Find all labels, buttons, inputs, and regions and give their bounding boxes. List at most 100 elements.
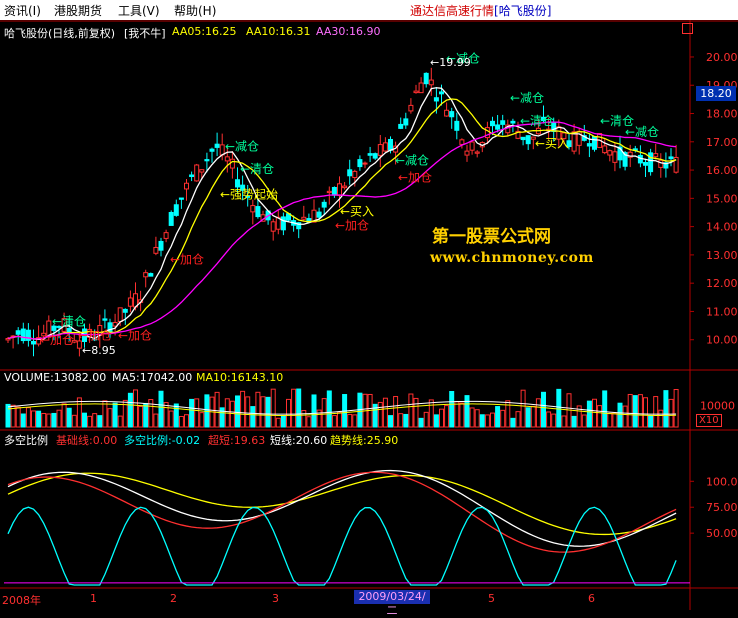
candle-body: [464, 150, 470, 156]
candle-body: [408, 104, 414, 112]
volume-bar: [515, 411, 521, 428]
volume-bar: [469, 407, 475, 428]
candle-body: [127, 297, 133, 307]
signal-annotation: ←加仓: [398, 170, 432, 184]
volume-bar: [66, 407, 72, 428]
menu-item-tools[interactable]: 工具(V): [118, 2, 160, 19]
volume-bar: [388, 415, 393, 428]
menu-item-news[interactable]: 资讯(I): [4, 2, 41, 19]
volume-bar: [301, 410, 307, 428]
volume-bar: [189, 398, 195, 428]
candle-body: [250, 205, 256, 213]
volume-bar: [184, 414, 189, 428]
volume-bar: [479, 414, 485, 428]
volume-bar: [326, 390, 332, 428]
volume-bar: [403, 413, 409, 428]
candle-body: [209, 148, 215, 152]
candle-body: [449, 111, 455, 118]
date-label-jun: 6: [588, 592, 595, 605]
indicator-name: [我不牛]: [124, 27, 166, 40]
volume-bar: [36, 410, 42, 428]
volume-bar: [87, 415, 93, 428]
candle-body: [331, 186, 337, 196]
volume-bar: [474, 409, 480, 428]
volume-bar: [286, 398, 291, 428]
ratio-value: 多空比例:-0.02: [124, 434, 201, 447]
candle-body: [658, 159, 664, 168]
volume-bar: [637, 394, 643, 428]
candlestick-chart[interactable]: ←清仓←加仓 ←加仓 ←加仓←加仓←减仓←清仓←强势起始←买入←加仓←减仓←加仓←减…: [0, 20, 738, 610]
volume-bar: [413, 397, 419, 428]
candle-body: [377, 144, 383, 156]
volume-bar: [92, 413, 98, 428]
volume-bar: [331, 415, 337, 428]
volume-bar: [530, 405, 536, 428]
signal-annotation: ←清仓: [240, 162, 274, 176]
high-label: ←19.99: [430, 56, 471, 69]
candle-body: [372, 153, 378, 159]
indicator-tick-label: 50.00: [706, 527, 738, 540]
indicator-tick-label: 100.00: [706, 475, 738, 488]
volume-bar: [153, 413, 159, 428]
volume-bar: [535, 398, 541, 428]
aa30-value: AA30:16.90: [316, 25, 381, 38]
indicator-title: 多空比例: [4, 434, 48, 447]
trend-line: [7, 472, 677, 536]
price-tick-label: 16.00: [706, 164, 738, 177]
menu-item-hk-futures[interactable]: 港股期货: [54, 2, 102, 19]
signal-annotation: ←减仓: [625, 125, 659, 139]
candle-body: [643, 162, 648, 166]
volume-bar: [597, 405, 603, 428]
candle-body: [444, 109, 450, 117]
price-tick-label: 20.00: [706, 51, 738, 64]
signal-annotation: ←加仓: [335, 218, 369, 232]
candle-body: [668, 156, 674, 160]
date-label-may: 5: [488, 592, 495, 605]
window-title: 通达信高速行情[哈飞股份]: [410, 2, 551, 19]
candle-body: [143, 272, 149, 278]
candle-body: [270, 221, 276, 232]
date-label-2008: 2008年: [2, 594, 41, 607]
trend-line-value: 趋势线:25.90: [330, 434, 399, 447]
title-stock-name: [哈飞股份]: [494, 4, 552, 18]
volume-bar: [454, 401, 460, 428]
volume-bar: [250, 406, 256, 428]
menu-item-help[interactable]: 帮助(H): [174, 2, 216, 19]
volume-bar: [194, 398, 200, 428]
date-label-feb: 2: [170, 592, 177, 605]
candle-body: [316, 211, 322, 218]
volume-bar: [643, 397, 648, 428]
candle-body: [490, 120, 495, 127]
volume-bar: [449, 390, 455, 428]
candle-body: [439, 91, 444, 95]
volume-bar: [97, 415, 103, 428]
volume-bar: [459, 402, 465, 428]
volume-bar: [15, 406, 21, 428]
price-tick-label: 13.00: [706, 249, 738, 262]
volume-bar: [56, 409, 62, 428]
volume-bar: [607, 412, 613, 428]
volume-bar: [306, 416, 312, 428]
volume-bar: [112, 402, 118, 428]
candle-body: [235, 179, 240, 188]
candle-body: [102, 318, 108, 321]
candle-body: [469, 141, 475, 151]
candle-body: [592, 135, 597, 150]
volume-bar: [439, 408, 444, 428]
panel-close-icon[interactable]: [682, 23, 693, 34]
volume-bar: [51, 412, 57, 428]
aa05-value: AA05:16.25: [172, 25, 237, 38]
volume-bar: [586, 400, 592, 428]
signal-annotation: ←减仓: [510, 91, 544, 105]
candle-body: [229, 158, 235, 169]
volume-bar: [561, 415, 567, 428]
candle-body: [367, 153, 373, 156]
volume-bar: [500, 409, 506, 428]
volume-tick-label: 10000: [700, 400, 735, 413]
volume-bar: [653, 396, 659, 428]
price-tick-label: 18.00: [706, 108, 738, 121]
volume-bar: [632, 395, 638, 428]
candle-body: [413, 90, 419, 94]
signal-annotation: ←加仓: [118, 329, 152, 343]
candle-body: [382, 142, 388, 152]
